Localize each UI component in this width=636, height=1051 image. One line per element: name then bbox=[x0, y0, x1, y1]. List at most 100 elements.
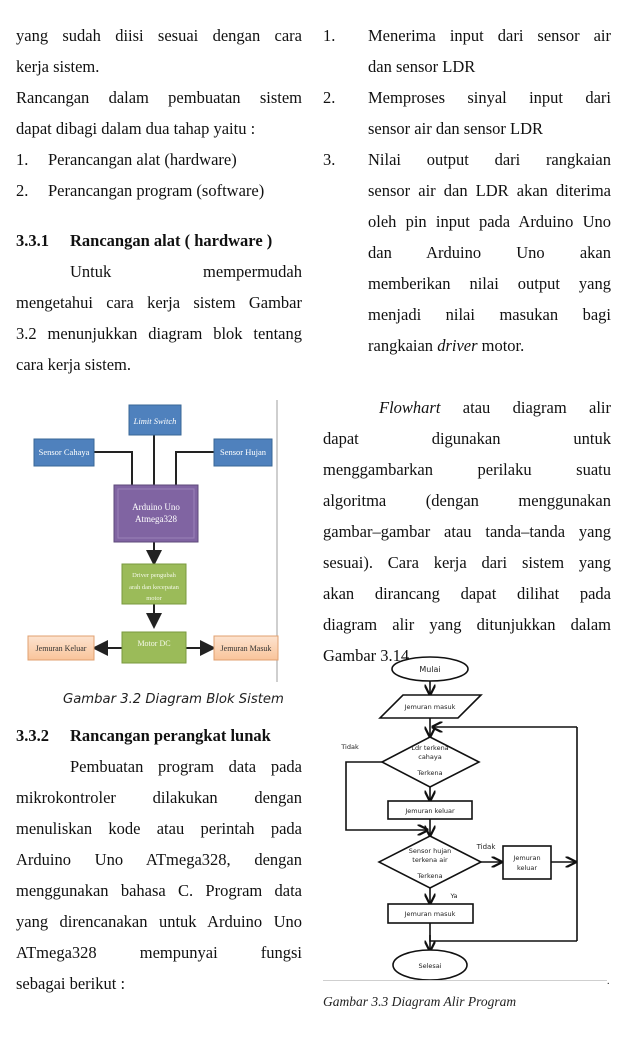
text-line: oleh pin input pada Arduino Uno bbox=[368, 212, 611, 231]
text-line: gambar–gambar atau tanda–tanda yang bbox=[323, 522, 611, 541]
driver-label-line3: motor bbox=[146, 595, 162, 602]
driver-label-line2: arah dan kecepatan bbox=[129, 584, 180, 591]
text-line: ATmega328 mempunyai fungsi bbox=[16, 943, 302, 962]
decision1-no-label: Tidak bbox=[340, 743, 359, 751]
decision2-label-line2: terkena air bbox=[412, 856, 448, 864]
list-item: 2. Memproses sinyal input dari sensor ai… bbox=[323, 82, 611, 144]
jemuran-masuk-label: Jemuran Masuk bbox=[221, 644, 272, 653]
text-line: diagram alir yang ditunjukkan dalam bbox=[323, 615, 611, 634]
section-number: 3.3.2 bbox=[16, 726, 49, 745]
sensor-hujan-label: Sensor Hujan bbox=[220, 447, 267, 457]
text-fragment: atau diagram alir bbox=[440, 398, 611, 417]
section-number: 3.3.1 bbox=[16, 231, 49, 250]
text-line: dan Arduino Uno akan bbox=[368, 243, 611, 262]
text-line: Nilai output dari rangkaian bbox=[368, 150, 611, 169]
arduino-label-line1: Arduino Uno bbox=[132, 502, 180, 512]
divider-dot: . bbox=[607, 976, 610, 987]
design-stages-list: 1. Perancangan alat (hardware) 2. Peranc… bbox=[16, 144, 302, 206]
text-fragment-italic: driver bbox=[437, 336, 478, 355]
process2-label-line2: keluar bbox=[517, 864, 537, 872]
text-line: yang sudah diisi sesuai dengan cara bbox=[16, 26, 302, 45]
hardware-paragraph: Untuk mempermudah mengetahui cara kerja … bbox=[16, 256, 302, 380]
text-line: sensor air dan sensor LDR bbox=[368, 119, 544, 138]
text-line: akan dirancang dapat dilihat pada bbox=[323, 584, 611, 603]
decision1-yes-label: Terkena bbox=[416, 769, 442, 777]
text-line: rangkaian driver motor. bbox=[368, 330, 611, 361]
text-line: dan sensor LDR bbox=[368, 57, 476, 76]
text-fragment: motor. bbox=[477, 336, 525, 355]
process1-label: Jemuran keluar bbox=[404, 807, 455, 815]
list-number: 2. bbox=[323, 88, 336, 107]
section-heading-331: 3.3.1 Rancangan alat ( hardware ) bbox=[16, 225, 272, 256]
list-number: 1. bbox=[16, 150, 29, 169]
list-text: Perancangan program (software) bbox=[48, 181, 265, 200]
text-line: mikrokontroler dilakukan dengan bbox=[16, 788, 302, 807]
text-line: Menerima input dari sensor air bbox=[368, 26, 611, 45]
text-line: Flowhart atau diagram alir bbox=[323, 392, 611, 423]
limit-switch-label: Limit Switch bbox=[133, 416, 177, 426]
start-label: Mulai bbox=[419, 665, 440, 674]
text-line: dapat dibagi dalam dua tahap yaitu : bbox=[16, 119, 256, 138]
text-line: dapat digunakan untuk bbox=[323, 429, 611, 448]
text-line: cara kerja sistem. bbox=[16, 355, 131, 374]
block-diagram: Limit Switch Sensor Cahaya Sensor Hujan … bbox=[27, 400, 279, 682]
section-heading-332: 3.3.2 Rancangan perangkat lunak bbox=[16, 720, 271, 751]
list-text: Perancangan alat (hardware) bbox=[48, 150, 237, 169]
text-line: sebagai berikut : bbox=[16, 974, 126, 993]
list-number: 1. bbox=[323, 26, 336, 45]
section-title: Rancangan perangkat lunak bbox=[70, 726, 271, 745]
text-line: memberikan nilai output yang bbox=[368, 274, 611, 293]
text-line: kerja sistem. bbox=[16, 57, 100, 76]
list-item: 1. Perancangan alat (hardware) bbox=[16, 144, 302, 175]
text-line: menggunakan bahasa C. Program data bbox=[16, 881, 302, 900]
flowchart-diagram: Mulai Jemuran masuk Ldr terkena cahaya T… bbox=[340, 656, 578, 981]
figure-divider bbox=[323, 980, 607, 981]
decision2-no-label: Tidak bbox=[476, 843, 497, 851]
list-number: 3. bbox=[323, 150, 336, 169]
decision2-inner-label: Terkena bbox=[416, 872, 442, 880]
text-line: menjadi nilai masukan bagi bbox=[368, 305, 611, 324]
list-item: 1. Menerima input dari sensor air dan se… bbox=[323, 20, 611, 82]
text-line: Untuk mempermudah bbox=[70, 262, 302, 281]
software-paragraph: Pembuatan program data pada mikrokontrol… bbox=[16, 751, 302, 999]
text-line: mengetahui cara kerja sistem Gambar bbox=[16, 293, 302, 312]
process2-label-line1: Jemuran bbox=[512, 854, 540, 862]
sensor-cahaya-label: Sensor Cahaya bbox=[39, 447, 90, 457]
end-label: Selesai bbox=[418, 962, 441, 970]
figure-3-3-caption: Gambar 3.3 Diagram Alir Program bbox=[323, 994, 517, 1009]
list-item: 3. Nilai output dari rangkaian sensor ai… bbox=[323, 144, 611, 361]
process-jemuran-keluar-2 bbox=[502, 845, 552, 880]
figure-3-2-caption: Gambar 3.2 Diagram Blok Sistem bbox=[63, 692, 284, 707]
text-line: menggambarkan perilaku suatu bbox=[323, 460, 611, 479]
decision1-label-line2: cahaya bbox=[418, 753, 442, 761]
text-line: sensor air dan LDR akan diterima bbox=[368, 181, 611, 200]
connector-line bbox=[94, 451, 133, 485]
text-line: sesuai). Cara kerja dari sistem yang bbox=[323, 553, 611, 572]
process3-label: Jemuran masuk bbox=[404, 910, 456, 918]
driver-label-line1: Driver pengubah bbox=[132, 572, 177, 579]
text-line: Pembuatan program data pada bbox=[70, 757, 302, 776]
connector-line bbox=[175, 451, 214, 485]
text-fragment: rangkaian bbox=[368, 336, 438, 355]
input-label: Jemuran masuk bbox=[404, 703, 456, 711]
decision2-label-line1: Sensor hujan bbox=[409, 847, 452, 855]
text-line: Memproses sinyal input dari bbox=[368, 88, 611, 107]
text-line: yang direncanakan untuk Arduino Uno bbox=[16, 912, 302, 931]
text-line: menuliskan kode atau perintah pada bbox=[16, 819, 302, 838]
jemuran-keluar-label: Jemuran Keluar bbox=[36, 644, 87, 653]
function-list: 1. Menerima input dari sensor air dan se… bbox=[323, 20, 611, 361]
list-item: 2. Perancangan program (software) bbox=[16, 175, 302, 206]
text-line: 3.2 menunjukkan diagram blok tentang bbox=[16, 324, 302, 343]
motor-dc-label: Motor DC bbox=[137, 639, 170, 648]
text-fragment-italic: Flowhart bbox=[379, 398, 441, 417]
decision1-label-line1: Ldr terkena bbox=[411, 744, 448, 752]
arduino-label-line2: Atmega328 bbox=[135, 514, 177, 524]
decision2-yes-label: Ya bbox=[449, 892, 457, 900]
list-number: 2. bbox=[16, 181, 29, 200]
text-line: Arduino Uno ATmega328, dengan bbox=[16, 850, 302, 869]
text-line: algoritma (dengan menggunakan bbox=[323, 491, 611, 510]
intro-paragraph: yang sudah diisi sesuai dengan cara kerj… bbox=[16, 20, 302, 144]
flowchart-paragraph: Flowhart atau diagram alir dapat digunak… bbox=[323, 392, 611, 671]
section-title: Rancangan alat ( hardware ) bbox=[70, 231, 273, 250]
text-line: Rancangan dalam pembuatan sistem bbox=[16, 88, 302, 107]
